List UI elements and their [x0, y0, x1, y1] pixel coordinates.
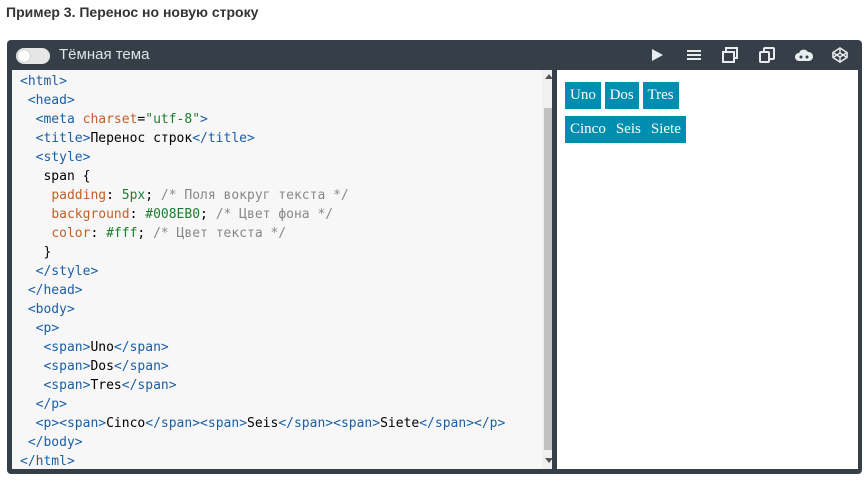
- code-listing: <html> <head> <meta charset="utf-8"> <ti…: [12, 70, 552, 469]
- code-line: </head>: [27, 283, 83, 298]
- preview-span-seis: Seis: [610, 116, 646, 143]
- code-line: </body>: [27, 435, 83, 450]
- editor-scrollbar[interactable]: [542, 70, 552, 469]
- dark-theme-toggle[interactable]: [16, 48, 50, 64]
- code-example-frame: Тёмная тема <html> <head> <meta charset=…: [7, 40, 862, 474]
- code-line: </style>: [35, 264, 99, 279]
- code-line: <span>Uno</span>: [43, 340, 169, 355]
- code-line: <head>: [27, 93, 75, 108]
- code-line: <p>: [35, 321, 60, 336]
- cloud-icon[interactable]: [794, 46, 814, 64]
- code-line: <span>Dos</span>: [43, 359, 169, 374]
- preview-span-siete: Siete: [645, 116, 686, 143]
- preview-paragraph-2: Cinco Seis Siete: [565, 116, 686, 143]
- code-line: color: #fff; /* Цвет текста */: [51, 226, 287, 241]
- code-line: padding: 5px; /* Поля вокруг текста */: [51, 188, 349, 203]
- play-icon[interactable]: [647, 46, 667, 64]
- preview-span-cinco: Cinco: [565, 116, 611, 143]
- preview-span-uno: Uno: [565, 82, 601, 109]
- code-line: background: #008EB0; /* Цвет фона */: [51, 207, 334, 222]
- scroll-thumb[interactable]: [544, 108, 552, 450]
- copy-icon[interactable]: [757, 46, 777, 64]
- code-line: }: [20, 245, 52, 260]
- preview-span-tres: Tres: [642, 82, 679, 109]
- scroll-up-arrow-icon[interactable]: [545, 74, 552, 79]
- codepen-icon[interactable]: [830, 46, 850, 64]
- code-line: <html>: [20, 74, 67, 89]
- page-heading: Пример 3. Перенос но новую строку: [6, 4, 259, 20]
- scroll-down-arrow-icon[interactable]: [545, 458, 552, 463]
- code-line: <title>Перенос строк</title>: [35, 131, 255, 146]
- preview-span-dos: Dos: [604, 82, 639, 109]
- toolbar: Тёмная тема: [7, 40, 862, 70]
- toggle-knob: [18, 50, 30, 62]
- code-line: <body>: [27, 302, 75, 317]
- code-line: <span>Tres</span>: [43, 378, 177, 393]
- preview-paragraph-1: Uno Dos Tres: [565, 82, 679, 109]
- code-line: <style>: [35, 150, 91, 165]
- code-line: <p><span>Cinco</span><span>Seis</span><s…: [35, 416, 506, 431]
- code-editor[interactable]: <html> <head> <meta charset="utf-8"> <ti…: [12, 70, 552, 469]
- code-line: <meta charset="utf-8">: [35, 112, 208, 127]
- menu-icon[interactable]: [684, 46, 704, 64]
- code-line: span {: [20, 169, 91, 184]
- new-window-icon[interactable]: [720, 46, 740, 64]
- result-preview: Uno Dos Tres Cinco Seis Siete: [557, 70, 858, 469]
- code-line: </p>: [35, 397, 67, 412]
- dark-theme-label: Тёмная тема: [59, 46, 150, 63]
- code-line: </html>: [20, 454, 75, 469]
